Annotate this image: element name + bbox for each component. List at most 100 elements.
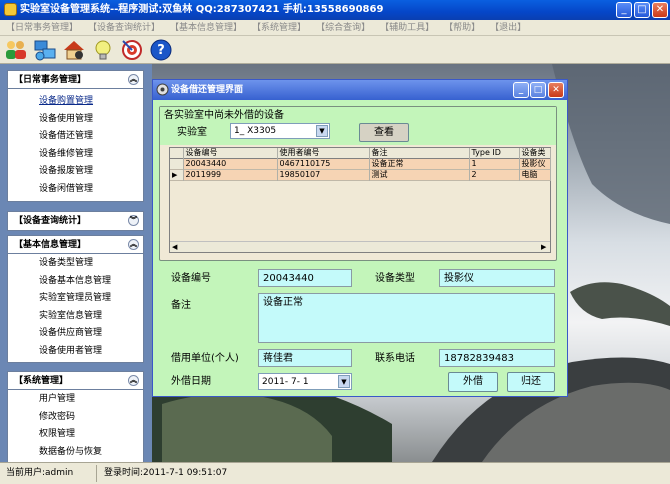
collapse-icon[interactable]: ︽	[128, 375, 139, 386]
house-icon[interactable]	[62, 38, 86, 62]
sidebar-item-lab[interactable]: 实验室信息管理	[8, 308, 143, 326]
sidebar-group-header[interactable]: 【设备查询统计】 ︾	[8, 212, 143, 230]
sidebar-item-admin[interactable]: 实验室管理员管理	[8, 290, 143, 308]
menu-help[interactable]: 【帮助】	[444, 20, 480, 35]
collapse-icon[interactable]: ︽	[128, 239, 139, 250]
grid-cell[interactable]: 1	[469, 158, 520, 170]
lend-button[interactable]: 外借	[448, 372, 498, 392]
maximize-button[interactable]: □	[634, 2, 650, 18]
sidebar-item-usage[interactable]: 设备使用管理	[8, 111, 143, 129]
menubar: 【日常事务管理】 【设备查询统计】 【基本信息管理】 【系统管理】 【综合查询】…	[0, 20, 670, 36]
table-row[interactable]: 20043440 0467110175 设备正常 1 投影仪	[170, 158, 551, 170]
device-no-field[interactable]: 20043440	[258, 269, 352, 287]
sidebar-group-daily: 【日常事务管理】 ︽ 设备购置管理 设备使用管理 设备借还管理 设备维修管理 设…	[7, 70, 144, 202]
target-icon[interactable]	[120, 38, 144, 62]
sidebar-group-query: 【设备查询统计】 ︾	[7, 211, 144, 231]
sidebar-item-type[interactable]: 设备类型管理	[8, 255, 143, 273]
dialog-minimize-button[interactable]: _	[513, 82, 529, 98]
groupbox-title: 各实验室中尚未外借的设备	[164, 110, 284, 121]
device-type-field[interactable]: 投影仪	[439, 269, 555, 287]
menu-exit[interactable]: 【退出】	[490, 20, 526, 35]
sidebar: 【日常事务管理】 ︽ 设备购置管理 设备使用管理 设备借还管理 设备维修管理 设…	[0, 64, 152, 462]
close-button[interactable]: ✕	[652, 2, 668, 18]
sidebar-group-header[interactable]: 【日常事务管理】 ︽	[8, 71, 143, 89]
lend-date-label: 外借日期	[171, 376, 211, 387]
sidebar-item-scrap[interactable]: 设备报废管理	[8, 163, 143, 181]
grid-header-type-id[interactable]: Type ID	[469, 148, 520, 159]
users-icon[interactable]	[4, 38, 28, 62]
lab-label: 实验室	[177, 127, 207, 138]
grid-header-device-no[interactable]: 设备编号	[183, 148, 278, 159]
sidebar-group-title: 【设备查询统计】	[14, 216, 87, 226]
menu-query[interactable]: 【设备查询统计】	[88, 20, 160, 35]
sidebar-group-title: 【日常事务管理】	[14, 75, 87, 85]
horizontal-scrollbar[interactable]: ◀ ▶	[170, 241, 550, 252]
grid-header-row: 设备编号 使用者编号 备注 Type ID 设备类	[170, 148, 551, 159]
grid-cell[interactable]: 投影仪	[519, 158, 551, 170]
chevron-down-icon[interactable]: ▼	[316, 125, 328, 137]
menu-basic[interactable]: 【基本信息管理】	[170, 20, 242, 35]
grid-cell[interactable]: 2	[469, 169, 520, 181]
sidebar-item-backup[interactable]: 数据备份与恢复	[8, 444, 143, 462]
menu-combined[interactable]: 【综合查询】	[316, 20, 370, 35]
sidebar-item-users[interactable]: 用户管理	[8, 391, 143, 409]
grid-header-type[interactable]: 设备类	[519, 148, 551, 159]
return-button[interactable]: 归还	[507, 372, 555, 392]
menu-system[interactable]: 【系统管理】	[252, 20, 306, 35]
dialog-title: 设备借还管理界面	[171, 85, 244, 95]
grid-header-user-no[interactable]: 使用者编号	[277, 148, 370, 159]
sidebar-item-repair[interactable]: 设备维修管理	[8, 146, 143, 164]
lend-date-picker[interactable]: 2011- 7- 1 ▼	[258, 373, 352, 390]
sidebar-item-user[interactable]: 设备使用者管理	[8, 343, 143, 361]
remark-label: 备注	[171, 300, 191, 311]
minimize-button[interactable]: _	[616, 2, 632, 18]
grid-cell[interactable]: 2011999	[183, 169, 278, 181]
grid-cell[interactable]: 0467110175	[277, 158, 370, 170]
grid-header-remark[interactable]: 备注	[369, 148, 470, 159]
grid-cell[interactable]: 设备正常	[369, 158, 470, 170]
app-icon	[4, 3, 17, 16]
scroll-left-icon[interactable]: ◀	[172, 242, 177, 253]
menu-tools[interactable]: 【辅助工具】	[380, 20, 434, 35]
expand-icon[interactable]: ︾	[128, 215, 139, 226]
grid-corner	[170, 148, 184, 159]
sidebar-item-idle[interactable]: 设备闲借管理	[8, 181, 143, 199]
row-selector[interactable]	[170, 158, 184, 170]
lab-select-value: 1_ X3305	[234, 126, 277, 136]
current-row-arrow-icon[interactable]: ▶	[170, 169, 184, 181]
grid-cell[interactable]: 测试	[369, 169, 470, 181]
table-row[interactable]: ▶ 2011999 19850107 测试 2 电脑	[170, 169, 551, 181]
window-title: 实验室设备管理系统--程序测试:双鱼林 QQ:287307421 手机:1355…	[20, 4, 384, 15]
svg-text:?: ?	[157, 43, 165, 58]
lightbulb-icon[interactable]	[91, 38, 115, 62]
sidebar-item-lend[interactable]: 设备借还管理	[8, 128, 143, 146]
sidebar-group-system: 【系统管理】 ︽ 用户管理 修改密码 权限管理 数据备份与恢复	[7, 371, 144, 462]
chevron-down-icon[interactable]: ▼	[338, 375, 350, 388]
sidebar-group-header[interactable]: 【基本信息管理】 ︽	[8, 236, 143, 254]
sidebar-group-header[interactable]: 【系统管理】 ︽	[8, 372, 143, 390]
scroll-right-icon[interactable]: ▶	[541, 242, 546, 253]
phone-field[interactable]: 18782839483	[439, 349, 555, 367]
toolbar: ?	[0, 36, 670, 64]
app-titlebar: 实验室设备管理系统--程序测试:双鱼林 QQ:287307421 手机:1355…	[0, 0, 670, 20]
network-icon[interactable]	[33, 38, 57, 62]
dialog-close-button[interactable]: ✕	[548, 82, 564, 98]
borrower-field[interactable]: 蒋佳君	[258, 349, 352, 367]
sidebar-item-password[interactable]: 修改密码	[8, 409, 143, 427]
sidebar-item-baseinfo[interactable]: 设备基本信息管理	[8, 273, 143, 291]
collapse-icon[interactable]: ︽	[128, 74, 139, 85]
sidebar-item-purchase[interactable]: 设备购置管理	[8, 93, 143, 111]
sidebar-item-permission[interactable]: 权限管理	[8, 426, 143, 444]
help-icon[interactable]: ?	[149, 38, 173, 62]
grid-cell[interactable]: 电脑	[519, 169, 551, 181]
remark-field[interactable]: 设备正常	[258, 293, 555, 343]
menu-daily[interactable]: 【日常事务管理】	[6, 20, 78, 35]
dialog-titlebar: 设备借还管理界面 _ □ ✕	[153, 80, 567, 100]
grid-cell[interactable]: 19850107	[277, 169, 370, 181]
lab-select[interactable]: 1_ X3305 ▼	[230, 123, 330, 139]
dialog-maximize-button[interactable]: □	[530, 82, 546, 98]
query-button[interactable]: 查看	[359, 123, 409, 142]
phone-label: 联系电话	[375, 353, 415, 364]
sidebar-item-supplier[interactable]: 设备供应商管理	[8, 325, 143, 343]
grid-cell[interactable]: 20043440	[183, 158, 278, 170]
